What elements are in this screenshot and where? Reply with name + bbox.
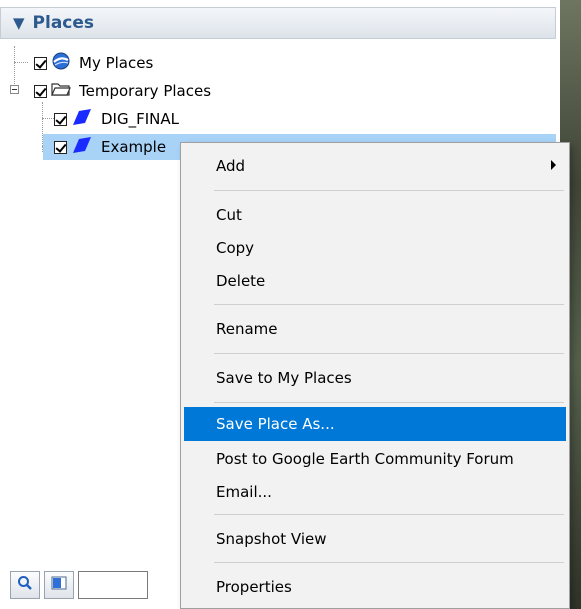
- menu-item-save-to-my-places[interactable]: Save to My Places: [184, 361, 566, 395]
- tree-connector: [14, 62, 28, 63]
- menu-item-label: Delete: [216, 272, 266, 290]
- checkbox-icon[interactable]: [34, 84, 47, 98]
- menu-item-delete[interactable]: Delete: [184, 264, 566, 298]
- panel-toggle-button[interactable]: [44, 571, 74, 599]
- menu-item-email[interactable]: Email...: [184, 475, 566, 509]
- menu-separator: [214, 562, 564, 563]
- menu-item-label: Copy: [216, 239, 255, 257]
- menu-item-label: Save to My Places: [216, 369, 352, 387]
- places-panel-header[interactable]: ▼ Places: [0, 7, 556, 39]
- tree-item-label: Example: [101, 138, 167, 156]
- menu-separator: [214, 402, 564, 403]
- tree-item-temporary-places[interactable]: Temporary Places: [34, 78, 211, 104]
- menu-item-label: Add: [216, 157, 246, 175]
- collapse-triangle-icon[interactable]: ▼: [13, 15, 25, 31]
- menu-item-label: Post to Google Earth Community Forum: [216, 450, 514, 468]
- polygon-icon: [71, 107, 93, 131]
- search-input[interactable]: [78, 571, 148, 599]
- places-bottom-toolbar: [10, 569, 148, 601]
- menu-separator: [214, 190, 564, 191]
- checkbox-icon[interactable]: [34, 56, 47, 70]
- google-earth-globe-icon: [51, 51, 71, 75]
- search-button[interactable]: [10, 571, 40, 599]
- tree-item-label: DIG_FINAL: [101, 110, 179, 128]
- submenu-arrow-icon: [551, 160, 556, 170]
- menu-separator: [214, 304, 564, 305]
- menu-item-label: Rename: [216, 320, 278, 338]
- menu-item-label: Properties: [216, 578, 292, 596]
- menu-item-post-to-community-forum[interactable]: Post to Google Earth Community Forum: [184, 442, 566, 476]
- checkbox-icon[interactable]: [54, 140, 67, 154]
- tree-item-dig-final[interactable]: DIG_FINAL: [54, 106, 179, 132]
- menu-item-label: Email...: [216, 483, 272, 501]
- menu-item-label: Save Place As...: [216, 415, 335, 433]
- magnifier-icon: [17, 575, 33, 595]
- menu-item-add[interactable]: Add: [184, 149, 566, 183]
- checkbox-icon[interactable]: [54, 112, 67, 126]
- menu-item-save-place-as[interactable]: Save Place As...: [184, 407, 566, 441]
- tree-item-label: Temporary Places: [79, 82, 212, 100]
- tree-connector: [42, 118, 54, 119]
- polygon-icon: [71, 135, 93, 159]
- places-panel-title: Places: [32, 13, 95, 33]
- menu-item-copy[interactable]: Copy: [184, 231, 566, 265]
- context-menu: Add Cut Copy Delete Rename Save to My Pl…: [180, 142, 570, 609]
- folder-icon: [51, 80, 71, 102]
- menu-item-properties[interactable]: Properties: [184, 570, 566, 604]
- menu-item-cut[interactable]: Cut: [184, 198, 566, 232]
- menu-separator: [214, 514, 564, 515]
- panel-toggle-icon: [51, 575, 67, 595]
- menu-item-label: Cut: [216, 206, 242, 224]
- menu-separator: [214, 353, 564, 354]
- tree-item-my-places[interactable]: My Places: [34, 50, 153, 76]
- expand-collapse-toggle[interactable]: [10, 85, 19, 94]
- menu-item-label: Snapshot View: [216, 530, 327, 548]
- menu-item-snapshot-view[interactable]: Snapshot View: [184, 522, 566, 556]
- tree-item-label: My Places: [79, 54, 154, 72]
- menu-item-rename[interactable]: Rename: [184, 312, 566, 346]
